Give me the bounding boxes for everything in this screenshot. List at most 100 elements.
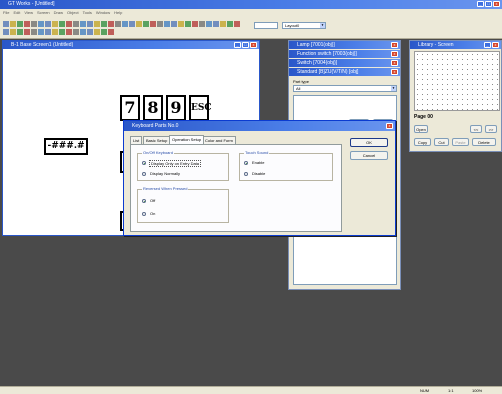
standard-tool-icon[interactable] xyxy=(24,21,30,27)
standard-tool-icon[interactable] xyxy=(199,21,205,27)
library-prev-button[interactable]: << xyxy=(470,125,482,133)
standard-tool-icon[interactable] xyxy=(108,21,114,27)
standard-tool-icon[interactable] xyxy=(185,21,191,27)
standard-tool-icon[interactable] xyxy=(192,21,198,27)
menu-item-view[interactable]: View xyxy=(24,10,33,15)
draw-tool-icon[interactable] xyxy=(10,29,16,35)
standard-tool-icon[interactable] xyxy=(45,21,51,27)
standard-tool-icon[interactable] xyxy=(31,21,37,27)
draw-tool-icon[interactable] xyxy=(80,29,86,35)
standard-tool-icon[interactable] xyxy=(3,21,9,27)
standard-tool-icon[interactable] xyxy=(150,21,156,27)
standard-tool-icon[interactable] xyxy=(10,21,16,27)
standard-tool-icon[interactable] xyxy=(227,21,233,27)
library-minimize-button[interactable]: _ xyxy=(484,42,491,48)
side-window-2-close-button[interactable]: x xyxy=(391,51,398,57)
library-copy-button[interactable]: Copy xyxy=(414,138,431,146)
base-close-button[interactable]: x xyxy=(250,42,257,48)
dialog-close-button[interactable]: x xyxy=(386,123,393,129)
menu-item-draw[interactable]: Draw xyxy=(54,10,63,15)
draw-tool-icon[interactable] xyxy=(108,29,114,35)
standard-tool-icon[interactable] xyxy=(101,21,107,27)
base-maximize-button[interactable]: □ xyxy=(242,42,249,48)
menu-item-help[interactable]: Help xyxy=(114,10,122,15)
standard-tool-icon[interactable] xyxy=(122,21,128,27)
key-9[interactable]: 9 xyxy=(166,95,186,121)
cancel-button[interactable]: Cancel xyxy=(350,151,388,160)
standard-tool-icon[interactable] xyxy=(164,21,170,27)
library-paste-button[interactable]: Paste xyxy=(452,138,469,146)
draw-tool-icon[interactable] xyxy=(17,29,23,35)
draw-tool-icon[interactable] xyxy=(24,29,30,35)
menu-item-object[interactable]: Object xyxy=(67,10,79,15)
library-next-button[interactable]: >> xyxy=(485,125,497,133)
draw-tool-icon[interactable] xyxy=(73,29,79,35)
menu-item-file[interactable]: File xyxy=(3,10,9,15)
display-normally-radio[interactable] xyxy=(142,172,146,176)
standard-tool-icon[interactable] xyxy=(157,21,163,27)
standard-tool-icon[interactable] xyxy=(80,21,86,27)
standard-tool-icon[interactable] xyxy=(234,21,240,27)
tab-basic-setup[interactable]: Basic Setup xyxy=(143,136,171,144)
reversed-on-radio[interactable] xyxy=(142,212,146,216)
minimize-button[interactable]: _ xyxy=(477,1,484,7)
tab-list[interactable]: List xyxy=(130,136,143,144)
standard-tool-icon[interactable] xyxy=(136,21,142,27)
layer-select[interactable]: Layout0 ▼ xyxy=(282,22,326,29)
standard-tool-icon[interactable] xyxy=(66,21,72,27)
side-window-1-close-button[interactable]: x xyxy=(391,42,398,48)
key-esc[interactable]: ESC xyxy=(189,95,212,121)
tab-color-and-form[interactable]: Color and Form xyxy=(202,136,236,144)
draw-tool-icon[interactable] xyxy=(101,29,107,35)
standard-tool-icon[interactable] xyxy=(206,21,212,27)
part-type-select[interactable]: All ▼ xyxy=(293,85,397,92)
standard-tool-icon[interactable] xyxy=(59,21,65,27)
standard-tool-icon[interactable] xyxy=(94,21,100,27)
library-close-button[interactable]: x xyxy=(492,42,499,48)
menu-item-window[interactable]: Window xyxy=(96,10,110,15)
standard-tool-icon[interactable] xyxy=(213,21,219,27)
library-grid[interactable] xyxy=(414,51,500,111)
numeric-display[interactable]: -###.# xyxy=(44,138,88,155)
standard-tool-icon[interactable] xyxy=(178,21,184,27)
draw-tool-icon[interactable] xyxy=(52,29,58,35)
menu-item-edit[interactable]: Edit xyxy=(13,10,20,15)
reversed-off-radio[interactable] xyxy=(142,199,146,203)
touch-disable-radio[interactable] xyxy=(244,172,248,176)
standard-tool-icon[interactable] xyxy=(52,21,58,27)
field-input[interactable] xyxy=(254,22,278,29)
close-app-button[interactable]: x xyxy=(493,1,500,7)
key-8[interactable]: 8 xyxy=(143,95,163,121)
library-open-button[interactable]: Open xyxy=(414,125,428,133)
draw-tool-icon[interactable] xyxy=(38,29,44,35)
side-window-4-close-button[interactable]: x xyxy=(391,69,398,75)
maximize-button[interactable]: □ xyxy=(485,1,492,7)
menu-item-screen[interactable]: Screen xyxy=(37,10,50,15)
base-minimize-button[interactable]: _ xyxy=(234,42,241,48)
ok-button[interactable]: OK xyxy=(350,138,388,147)
standard-tool-icon[interactable] xyxy=(17,21,23,27)
tab-operation-setup[interactable]: Operation Setup xyxy=(169,135,205,144)
draw-tool-icon[interactable] xyxy=(31,29,37,35)
standard-tool-icon[interactable] xyxy=(129,21,135,27)
library-delete-button[interactable]: Delete xyxy=(472,138,496,146)
standard-tool-icon[interactable] xyxy=(171,21,177,27)
touch-enable-radio[interactable] xyxy=(244,161,248,165)
standard-tool-icon[interactable] xyxy=(73,21,79,27)
draw-tool-icon[interactable] xyxy=(94,29,100,35)
standard-tool-icon[interactable] xyxy=(220,21,226,27)
standard-tool-icon[interactable] xyxy=(38,21,44,27)
draw-tool-icon[interactable] xyxy=(45,29,51,35)
draw-tool-icon[interactable] xyxy=(59,29,65,35)
key-7[interactable]: 7 xyxy=(120,95,140,121)
standard-tool-icon[interactable] xyxy=(115,21,121,27)
display-only-on-entry-radio[interactable] xyxy=(142,161,146,165)
draw-tool-icon[interactable] xyxy=(3,29,9,35)
library-cut-button[interactable]: Cut xyxy=(434,138,449,146)
side-window-3-close-button[interactable]: x xyxy=(391,60,398,66)
draw-tool-icon[interactable] xyxy=(66,29,72,35)
standard-tool-icon[interactable] xyxy=(87,21,93,27)
menu-item-tools[interactable]: Tools xyxy=(83,10,92,15)
draw-tool-icon[interactable] xyxy=(87,29,93,35)
standard-tool-icon[interactable] xyxy=(143,21,149,27)
